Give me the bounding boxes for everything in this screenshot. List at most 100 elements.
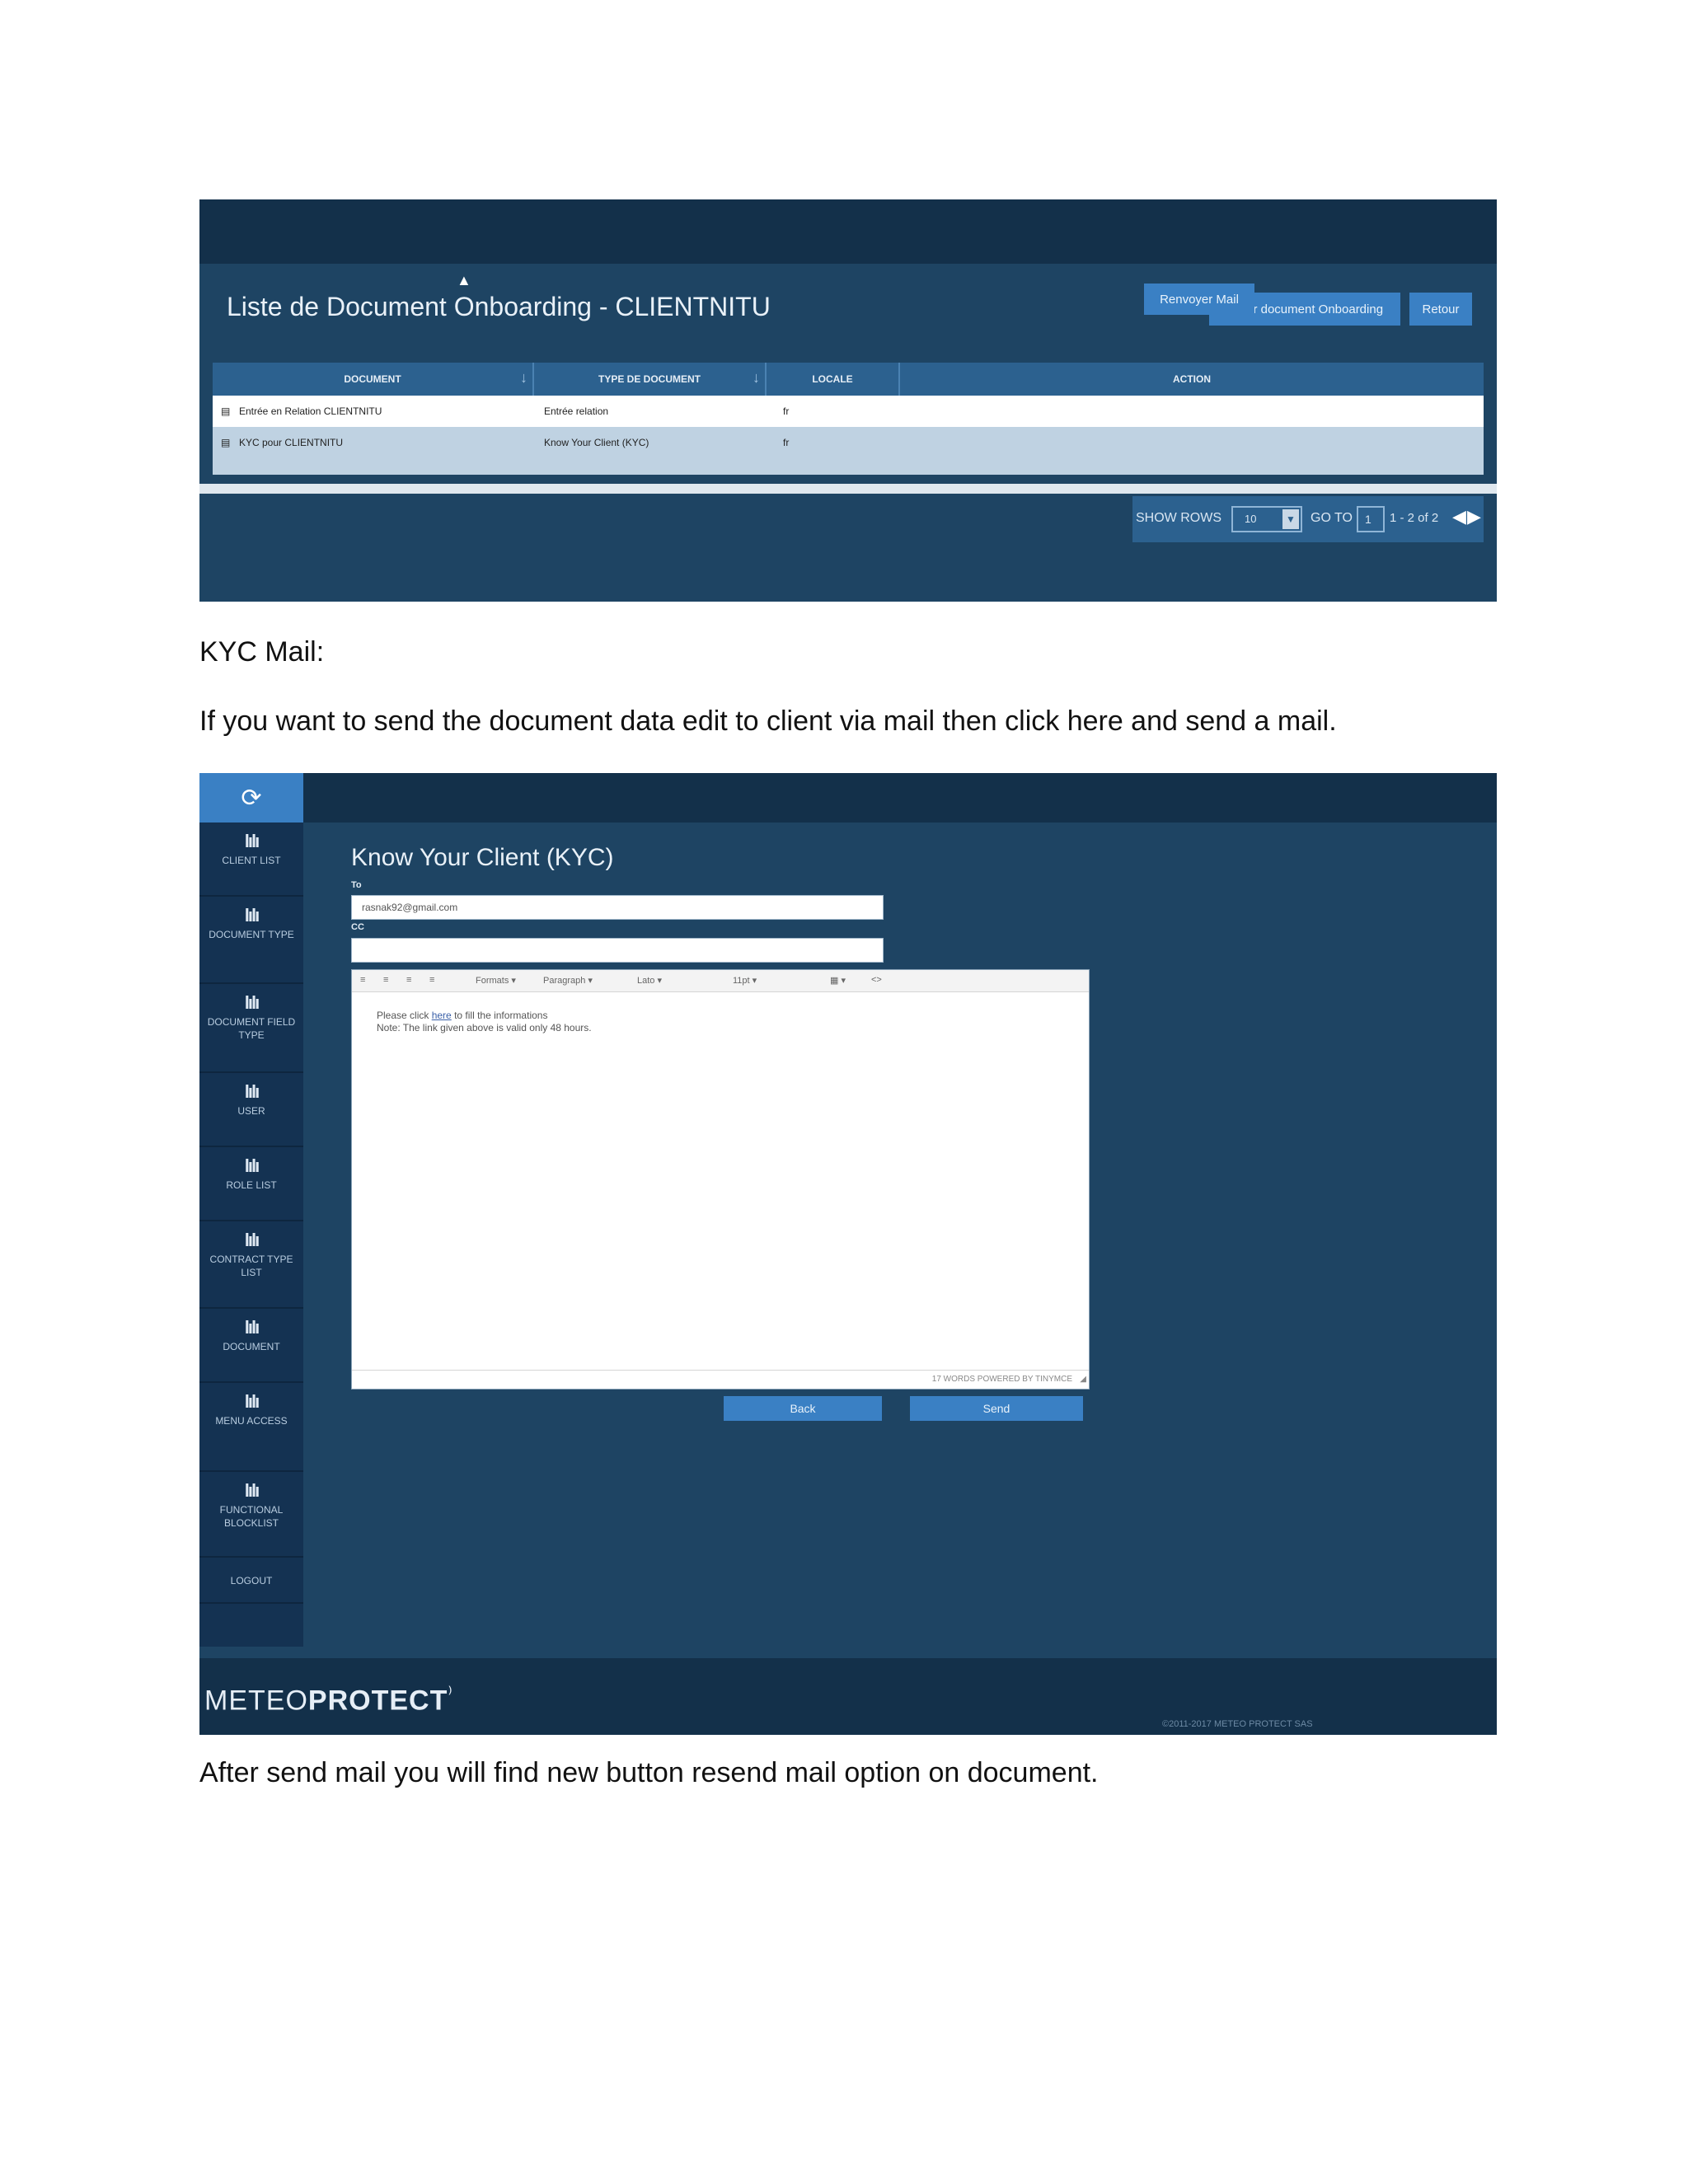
- cc-label: CC: [351, 922, 364, 932]
- document-file-icon: ▤: [221, 437, 231, 448]
- column-header-label: TYPE DE DOCUMENT: [598, 373, 701, 385]
- horizontal-scrollbar[interactable]: [199, 484, 1497, 494]
- to-email-input[interactable]: [351, 895, 884, 920]
- table-header: DOCUMENT ↓ TYPE DE DOCUMENT ↓ LOCALE ACT…: [213, 363, 1484, 396]
- send-button[interactable]: Send: [910, 1396, 1083, 1421]
- editor-text: Please click: [377, 1010, 432, 1021]
- cc-email-input[interactable]: [351, 938, 884, 963]
- nav-menu-access[interactable]: lılı MENU ACCESS: [199, 1383, 303, 1472]
- row-document-name[interactable]: KYC pour CLIENTNITU: [239, 437, 343, 448]
- brand-light: METEO: [204, 1685, 308, 1717]
- row-locale: fr: [783, 405, 790, 417]
- font-size-label: 11pt: [733, 976, 750, 986]
- editor-statusbar: 17 WORDS POWERED BY TINYMCE ◢: [352, 1370, 1089, 1389]
- goto-label: GO TO: [1311, 511, 1353, 525]
- bar-chart-icon: lılı: [244, 992, 260, 1013]
- paragraph-label: Paragraph: [543, 976, 586, 986]
- font-dropdown[interactable]: Lato ▾: [637, 975, 662, 986]
- paragraph-dropdown[interactable]: Paragraph ▾: [543, 975, 593, 986]
- brand-bold: PROTECT: [307, 1685, 448, 1717]
- column-header-type[interactable]: TYPE DE DOCUMENT ↓: [534, 363, 767, 396]
- to-label: To: [351, 880, 362, 890]
- font-size-dropdown[interactable]: 11pt ▾: [733, 975, 757, 986]
- row-document-type: Know Your Client (KYC): [544, 437, 649, 448]
- rows-per-page-select[interactable]: 10 ▼: [1231, 506, 1302, 532]
- editor-toolbar: ≡ ≡ ≡ ≡ Formats ▾ Paragraph ▾ Lato ▾ 11p…: [352, 970, 1089, 992]
- retour-button[interactable]: Retour: [1409, 293, 1472, 326]
- bar-chart-icon: lılı: [244, 1480, 260, 1501]
- document-table: DOCUMENT ↓ TYPE DE DOCUMENT ↓ LOCALE ACT…: [213, 363, 1484, 475]
- editor-link[interactable]: here: [432, 1010, 452, 1021]
- nav-label: USER: [237, 1105, 265, 1117]
- column-header-locale[interactable]: LOCALE: [767, 363, 900, 396]
- document-list-screenshot: ▲ Liste de Document Onboarding - CLIENTN…: [199, 199, 1497, 602]
- nav-label: DOCUMENT: [223, 1341, 280, 1352]
- bar-chart-icon: lılı: [244, 1155, 260, 1176]
- nav-label: DOCUMENT TYPE: [209, 929, 294, 940]
- formats-label: Formats: [476, 976, 509, 986]
- nav-label: CONTRACT TYPE LIST: [209, 1254, 293, 1278]
- column-header-label: LOCALE: [812, 373, 853, 385]
- editor-text: to fill the informations: [451, 1010, 548, 1021]
- table-row[interactable]: ▤ Entrée en Relation CLIENTNITU Entrée r…: [213, 396, 1484, 427]
- editor-content[interactable]: Please click here to fill the informatio…: [377, 1010, 592, 1034]
- resize-handle-icon[interactable]: ◢: [1080, 1375, 1086, 1384]
- nav-logout[interactable]: LOGOUT: [199, 1558, 303, 1604]
- nav-role-list[interactable]: lılı ROLE LIST: [199, 1147, 303, 1221]
- sort-down-icon[interactable]: ↓: [520, 369, 528, 387]
- nav-document-type[interactable]: lılı DOCUMENT TYPE: [199, 897, 303, 984]
- nav-document[interactable]: lılı DOCUMENT: [199, 1309, 303, 1383]
- nav-functional-blocklist[interactable]: lılı FUNCTIONAL BLOCKLIST: [199, 1472, 303, 1558]
- nav-label: DOCUMENT FIELD TYPE: [207, 1016, 296, 1041]
- bar-chart-icon: lılı: [244, 831, 260, 851]
- font-label: Lato: [637, 976, 655, 986]
- table-row[interactable]: ▤ KYC pour CLIENTNITU Know Your Client (…: [213, 427, 1484, 475]
- back-button[interactable]: Back: [724, 1396, 882, 1421]
- column-header-document[interactable]: DOCUMENT ↓: [213, 363, 534, 396]
- resend-mail-button[interactable]: Renvoyer Mail: [1144, 284, 1254, 315]
- top-bar: [199, 199, 1497, 264]
- goto-page-input[interactable]: 1: [1357, 506, 1385, 532]
- align-center-icon[interactable]: ≡: [383, 975, 388, 985]
- nav-label: CLIENT LIST: [222, 855, 281, 866]
- followup-paragraph: After send mail you will find new button…: [199, 1757, 1099, 1788]
- chevron-down-icon[interactable]: ▼: [1282, 509, 1299, 529]
- nav-document-field-type[interactable]: lılı DOCUMENT FIELD TYPE: [199, 984, 303, 1073]
- align-left-icon[interactable]: ≡: [360, 975, 365, 985]
- next-page-icon[interactable]: ▶: [1467, 506, 1481, 527]
- column-header-label: ACTION: [1173, 373, 1211, 385]
- kyc-mail-screenshot: ⟳ lılı CLIENT LIST lılı DOCUMENT TYPE lı…: [199, 773, 1497, 1735]
- sort-down-icon[interactable]: ↓: [753, 369, 760, 387]
- align-right-icon[interactable]: ≡: [406, 975, 411, 985]
- editor-line-2: Note: The link given above is valid only…: [377, 1022, 592, 1033]
- brand-swirl-icon: ⁾: [448, 1683, 453, 1704]
- formats-dropdown[interactable]: Formats ▾: [476, 975, 516, 986]
- show-rows-label: SHOW ROWS: [1136, 511, 1221, 525]
- bar-chart-icon: lılı: [244, 1391, 260, 1412]
- row-document-name[interactable]: Entrée en Relation CLIENTNITU: [239, 405, 382, 417]
- nav-user[interactable]: lılı USER: [199, 1073, 303, 1147]
- bar-chart-icon: lılı: [244, 905, 260, 926]
- row-locale: fr: [783, 437, 790, 448]
- sidebar: lılı CLIENT LIST lılı DOCUMENT TYPE lılı…: [199, 823, 303, 1647]
- prev-page-icon[interactable]: ◀: [1452, 506, 1466, 527]
- goto-page-value: 1: [1365, 513, 1372, 526]
- editor-line-1: Please click here to fill the informatio…: [377, 1010, 592, 1022]
- source-code-icon[interactable]: <>: [871, 975, 882, 985]
- page-range: 1 - 2 of 2: [1390, 511, 1439, 525]
- app-logo-icon[interactable]: ⟳: [199, 773, 303, 823]
- align-justify-icon[interactable]: ≡: [429, 975, 434, 985]
- nav-contract-type-list[interactable]: lılı CONTRACT TYPE LIST: [199, 1221, 303, 1309]
- brand-logo: METEOPROTECT⁾: [204, 1683, 453, 1717]
- kyc-mail-heading: KYC Mail:: [199, 636, 325, 668]
- nav-client-list[interactable]: lılı CLIENT LIST: [199, 823, 303, 897]
- nav-label: ROLE LIST: [226, 1179, 277, 1191]
- table-icon[interactable]: ▦ ▾: [830, 975, 846, 986]
- bar-chart-icon: lılı: [244, 1230, 260, 1250]
- rich-text-editor[interactable]: ≡ ≡ ≡ ≡ Formats ▾ Paragraph ▾ Lato ▾ 11p…: [351, 969, 1090, 1390]
- rows-per-page-value: 10: [1245, 513, 1257, 525]
- word-count: 17 WORDS POWERED BY TINYMCE: [931, 1375, 1072, 1384]
- pagination-bar: SHOW ROWS 10 ▼ GO TO 1 1 - 2 of 2 ◀ ▶: [1132, 496, 1484, 542]
- nav-label: LOGOUT: [230, 1575, 273, 1586]
- document-file-icon: ▤: [221, 405, 231, 417]
